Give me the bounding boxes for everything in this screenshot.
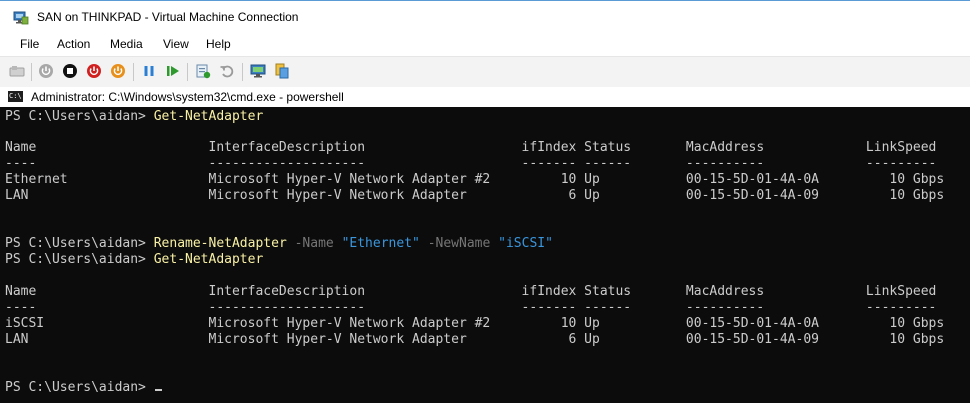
resume-icon[interactable] xyxy=(165,63,181,79)
checkpoint-icon[interactable] xyxy=(195,63,211,79)
revert-icon[interactable] xyxy=(219,63,235,79)
command: Get-NetAdapter xyxy=(153,252,264,267)
powershell-console[interactable]: PS C:\Users\aidan> Get-NetAdapter Name I… xyxy=(0,107,970,403)
prompt: PS C:\Users\aidan> xyxy=(5,236,154,251)
parameter: -Name xyxy=(294,236,334,251)
pause-icon[interactable] xyxy=(141,63,157,79)
table-header: Name InterfaceDescription ifIndex Status… xyxy=(5,140,937,155)
prompt-line-4[interactable]: PS C:\Users\aidan> xyxy=(5,380,162,396)
table-row: Ethernet Microsoft Hyper-V Network Adapt… xyxy=(5,172,945,187)
menu-view[interactable]: View xyxy=(163,37,189,51)
prompt-line-2: PS C:\Users\aidan> Rename-NetAdapter -Na… xyxy=(5,236,553,252)
table-row: LAN Microsoft Hyper-V Network Adapter 6 … xyxy=(5,188,945,203)
shutdown-icon[interactable] xyxy=(86,63,102,79)
window-titlebar[interactable]: SAN on THINKPAD - Virtual Machine Connec… xyxy=(0,0,970,35)
prompt-line-3: PS C:\Users\aidan> Get-NetAdapter xyxy=(5,252,263,268)
prompt: PS C:\Users\aidan> xyxy=(5,380,154,395)
table-header: Name InterfaceDescription ifIndex Status… xyxy=(5,284,937,299)
command: Get-NetAdapter xyxy=(153,109,264,124)
string-value: "Ethernet" xyxy=(341,236,420,251)
toolbar-separator xyxy=(31,63,32,81)
save-icon[interactable] xyxy=(110,63,126,79)
vm-connection-icon xyxy=(13,11,29,25)
prompt: PS C:\Users\aidan> xyxy=(5,252,154,267)
menu-help[interactable]: Help xyxy=(206,37,231,51)
table-header-underline: ---- -------------------- ------- ------… xyxy=(5,156,937,171)
toolbar xyxy=(0,56,970,87)
console-titlebar[interactable]: C:\ Administrator: C:\Windows\system32\c… xyxy=(0,87,970,107)
text-cursor xyxy=(154,389,162,391)
cmd-icon: C:\ xyxy=(8,91,23,102)
console-title: Administrator: C:\Windows\system32\cmd.e… xyxy=(31,90,344,104)
share-icon[interactable] xyxy=(274,63,290,79)
menu-media[interactable]: Media xyxy=(110,37,143,51)
prompt: PS C:\Users\aidan> xyxy=(5,109,154,124)
toolbar-separator xyxy=(242,63,243,81)
table-header-underline: ---- -------------------- ------- ------… xyxy=(5,300,937,315)
menu-action[interactable]: Action xyxy=(57,37,90,51)
turn-off-icon[interactable] xyxy=(62,63,78,79)
command: Rename-NetAdapter xyxy=(153,236,287,251)
prompt-line-1: PS C:\Users\aidan> Get-NetAdapter xyxy=(5,109,263,125)
menu-file[interactable]: File xyxy=(20,37,39,51)
table-row: LAN Microsoft Hyper-V Network Adapter 6 … xyxy=(5,332,945,347)
toolbar-separator xyxy=(133,63,134,81)
window-title: SAN on THINKPAD - Virtual Machine Connec… xyxy=(37,10,299,24)
enhanced-session-icon[interactable] xyxy=(250,63,266,79)
parameter: -NewName xyxy=(427,236,491,251)
menu-bar: File Action Media View Help xyxy=(0,35,970,55)
table-row: iSCSI Microsoft Hyper-V Network Adapter … xyxy=(5,316,945,331)
string-value: "iSCSI" xyxy=(498,236,553,251)
toolbar-separator xyxy=(187,63,188,81)
ctrl-alt-del-icon[interactable] xyxy=(9,63,25,79)
start-icon[interactable] xyxy=(38,63,54,79)
